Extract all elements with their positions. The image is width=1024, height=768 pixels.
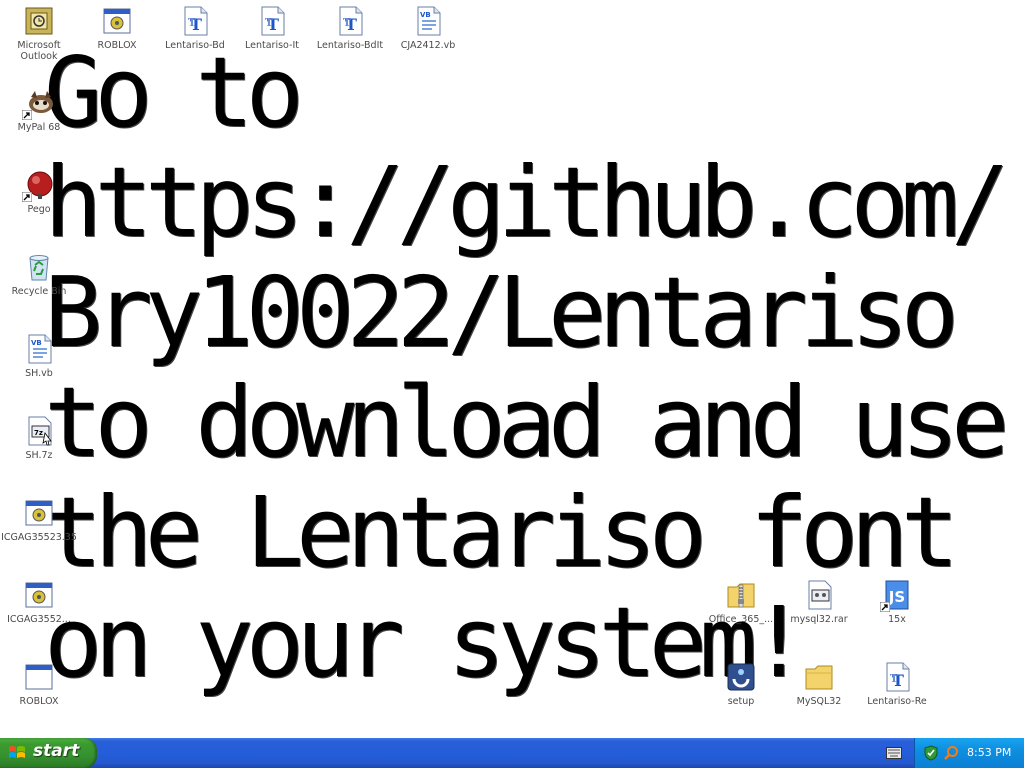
7z-archive-icon: 7z <box>23 415 55 447</box>
desktop-icon-icgag-1[interactable]: ICGAG35523.35 <box>0 497 78 543</box>
icon-label: Recycle Bin <box>11 286 67 297</box>
shortcut-arrow-icon <box>22 110 32 120</box>
desktop-icon-pego[interactable]: Pego <box>0 169 78 215</box>
icon-label: ROBLOX <box>19 696 59 707</box>
desktop-icon-lentariso-bd[interactable]: Lentariso-Bd <box>156 5 234 51</box>
icon-label: Lentariso-It <box>245 40 299 51</box>
icon-label: SH.vb <box>25 368 53 379</box>
shortcut-arrow-icon <box>22 192 32 202</box>
mypal-browser-icon <box>22 87 55 120</box>
vbscript-file-icon <box>412 5 444 37</box>
application-icon <box>23 497 55 529</box>
icon-label: Lentariso-BdIt <box>316 40 384 51</box>
desktop[interactable]: Go to https://github.com/ Bry10022/Lenta… <box>0 0 1024 738</box>
truetype-font-icon <box>334 5 366 37</box>
icon-label: ICGAG35523.35 <box>1 532 77 543</box>
recycle-bin-icon <box>23 251 55 283</box>
desktop-icon-sh-vb[interactable]: SH.vb <box>0 333 78 379</box>
icon-label: ROBLOX <box>97 40 137 51</box>
setup-icon <box>725 661 757 693</box>
desktop-icon-outlook[interactable]: Microsoft Outlook <box>0 5 78 62</box>
icon-label: SH.7z <box>25 450 53 461</box>
icon-label: CJA2412.vb <box>400 40 456 51</box>
icon-label: 15x <box>888 614 906 625</box>
clock[interactable]: 8:53 PM <box>967 746 1011 759</box>
desktop-icon-lentariso-it[interactable]: Lentariso-It <box>233 5 311 51</box>
desktop-icon-mysql-rar[interactable]: mysql32.rar <box>780 579 858 625</box>
truetype-font-icon <box>881 661 913 693</box>
desktop-icon-recycle-bin[interactable]: Recycle Bin <box>0 251 78 297</box>
system-tray[interactable]: 8:53 PM <box>914 738 1024 768</box>
application-icon <box>101 5 133 37</box>
desktop-icon-lentariso-re[interactable]: Lentariso-Re <box>858 661 936 707</box>
icon-label: setup <box>727 696 755 707</box>
rar-archive-icon <box>803 579 835 611</box>
desktop-icon-lentariso-bdit[interactable]: Lentariso-BdIt <box>311 5 389 51</box>
icon-label: Office_365_... <box>708 614 774 625</box>
icon-label: mysql32.rar <box>790 614 848 625</box>
pego-icon <box>22 169 55 202</box>
svg-text:JS: JS <box>888 588 905 606</box>
icon-label: MySQL32 <box>796 696 842 707</box>
desktop-icon-cja-vb[interactable]: CJA2412.vb <box>389 5 467 51</box>
taskbar[interactable]: start <box>0 738 1024 768</box>
search-icon[interactable] <box>943 745 959 761</box>
zip-folder-icon <box>725 579 757 611</box>
keyboard-icon[interactable] <box>886 747 902 759</box>
desktop-icon-office-365[interactable]: Office_365_... <box>702 579 780 625</box>
desktop-icon-roblox-top[interactable]: ROBLOX <box>78 5 156 51</box>
outlook-icon <box>23 5 55 37</box>
shortcut-arrow-icon <box>880 602 890 612</box>
windows-logo-icon <box>9 746 25 758</box>
truetype-font-icon <box>256 5 288 37</box>
desktop-icon-sh-7z[interactable]: 7z SH.7z <box>0 415 78 461</box>
desktop-icon-js-file[interactable]: JS 15x <box>858 579 936 625</box>
folder-icon <box>803 661 835 693</box>
desktop-icon-mypal[interactable]: MyPal 68 <box>0 87 78 133</box>
security-shield-icon[interactable] <box>923 745 939 761</box>
application-icon <box>23 661 55 693</box>
desktop-icon-mysql-folder[interactable]: MySQL32 <box>780 661 858 707</box>
icon-label: Lentariso-Bd <box>165 40 225 51</box>
desktop-icon-icgag-2[interactable]: ICGAG3552... <box>0 579 78 625</box>
icon-label: Microsoft Outlook <box>17 40 61 62</box>
truetype-font-icon <box>179 5 211 37</box>
icon-label: MyPal 68 <box>17 122 61 133</box>
svg-text:7z: 7z <box>34 429 43 437</box>
start-button[interactable]: start <box>0 738 97 768</box>
application-icon <box>23 579 55 611</box>
desktop-icon-roblox-bottom[interactable]: ROBLOX <box>0 661 78 707</box>
icon-label: Pego <box>27 204 51 215</box>
desktop-icon-setup[interactable]: setup <box>702 661 780 707</box>
jscript-file-icon: JS <box>880 579 913 612</box>
icon-label: Lentariso-Re <box>867 696 927 707</box>
start-label: start <box>33 741 80 761</box>
icon-label: ICGAG3552... <box>7 614 71 625</box>
vbscript-file-icon <box>23 333 55 365</box>
